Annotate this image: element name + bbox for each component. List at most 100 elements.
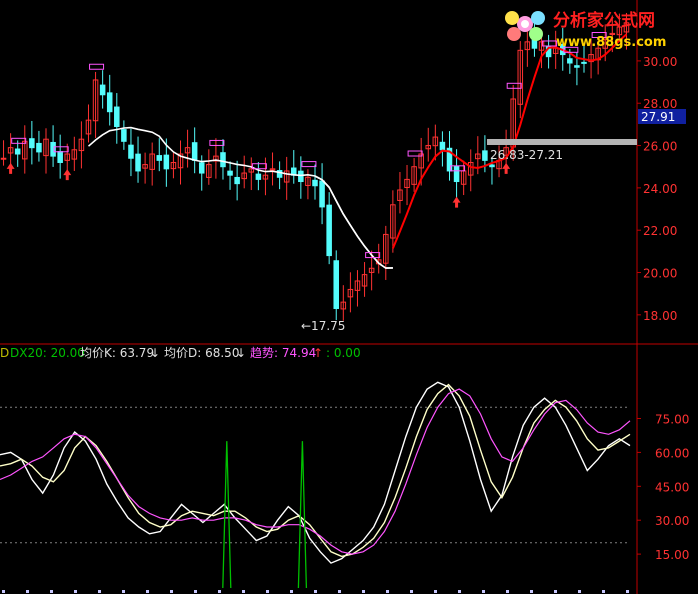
candle-body bbox=[50, 141, 56, 157]
indicator-tick-label: 30.00 bbox=[655, 514, 689, 528]
baseline-dot bbox=[314, 590, 317, 593]
signal-marker bbox=[301, 161, 317, 168]
candle-body bbox=[57, 151, 63, 163]
trend-label: 趋势: 74.94 bbox=[250, 346, 316, 360]
watermark-title: 分析家公式网 bbox=[553, 10, 655, 31]
candle-body bbox=[135, 153, 141, 172]
up-arrow-marker bbox=[63, 169, 72, 181]
candle-body bbox=[234, 176, 240, 185]
up-arrow-marker bbox=[502, 162, 511, 174]
baseline-dot bbox=[482, 590, 485, 593]
candle-body bbox=[163, 154, 170, 170]
candle-body bbox=[128, 144, 134, 159]
price-tick-label: 18.00 bbox=[643, 309, 677, 323]
candle-body bbox=[198, 162, 205, 174]
candle-body bbox=[114, 106, 120, 128]
price-tick-label: 24.00 bbox=[643, 182, 677, 196]
low-marker-label: ←17.75 bbox=[301, 319, 345, 333]
candle-body bbox=[567, 58, 573, 64]
price-axis: 18.0020.0022.0024.0026.0028.0030.00 bbox=[637, 55, 677, 323]
baseline-dot bbox=[2, 590, 5, 593]
candle-body bbox=[227, 170, 233, 176]
indicator-header-d: D bbox=[0, 346, 9, 360]
candle-body bbox=[453, 165, 460, 183]
series-line-k bbox=[0, 381, 631, 564]
signal-marker bbox=[209, 139, 225, 146]
candle-body bbox=[439, 141, 446, 151]
baseline-dot bbox=[434, 590, 437, 593]
candle-body bbox=[99, 84, 106, 96]
candle-body bbox=[14, 148, 21, 155]
baseline-dot bbox=[50, 590, 53, 593]
signal-marker bbox=[53, 146, 69, 153]
baseline-dot bbox=[458, 590, 461, 593]
price-tick-label: 30.00 bbox=[643, 55, 677, 69]
baseline-dot bbox=[530, 590, 533, 593]
candle-body bbox=[326, 204, 332, 257]
d-label: 均价D: 68.50 bbox=[164, 346, 239, 360]
baseline-dot bbox=[242, 590, 245, 593]
candle-body bbox=[298, 170, 304, 183]
stock-chart[interactable]: 18.0020.0022.0024.0026.0028.0030.00 15.0… bbox=[0, 0, 698, 594]
up-arrow-marker bbox=[452, 196, 461, 208]
k-label: 均价K: 63.79 bbox=[80, 346, 154, 360]
candle-body bbox=[574, 65, 580, 68]
candle-body bbox=[156, 155, 163, 161]
baseline-dot bbox=[362, 590, 365, 593]
indicator-tick-label: 45.00 bbox=[655, 480, 689, 494]
baseline-dot bbox=[602, 590, 605, 593]
baseline-dot bbox=[194, 590, 197, 593]
candle-body bbox=[106, 92, 113, 113]
indicator-tick-label: 75.00 bbox=[655, 413, 689, 427]
candle-body bbox=[121, 129, 127, 142]
candle-body bbox=[191, 142, 198, 161]
up-arrow-marker bbox=[6, 162, 15, 174]
current-price-label: 27.91 bbox=[641, 110, 675, 124]
baseline-dot bbox=[98, 590, 101, 593]
price-tick-label: 26.00 bbox=[643, 140, 677, 154]
baseline-dot bbox=[554, 590, 557, 593]
baseline-dot bbox=[146, 590, 149, 593]
baseline-dot bbox=[626, 590, 629, 593]
spike-mark bbox=[222, 441, 232, 589]
candle-body bbox=[482, 150, 488, 161]
indicator-tick-label: 15.00 bbox=[655, 548, 689, 562]
range-band bbox=[487, 139, 637, 145]
zero-label: : 0.00 bbox=[326, 346, 361, 360]
spike-mark bbox=[297, 441, 308, 589]
d-arrow: ↓ bbox=[236, 346, 246, 360]
candle-body bbox=[220, 152, 226, 168]
baseline-dot bbox=[170, 590, 173, 593]
candle-body bbox=[333, 260, 340, 309]
candle-body bbox=[489, 164, 495, 168]
ma-line-white bbox=[87, 126, 393, 269]
baseline-dot bbox=[386, 590, 389, 593]
price-panel[interactable] bbox=[0, 12, 630, 321]
indicator-tick-label: 60.00 bbox=[655, 446, 689, 460]
candle-body bbox=[0, 157, 7, 160]
baseline-dot bbox=[218, 590, 221, 593]
candle-body bbox=[29, 138, 35, 149]
dx-label: DX20: 20.00 bbox=[10, 346, 85, 360]
signal-marker bbox=[542, 40, 558, 47]
signal-marker bbox=[506, 82, 522, 89]
k-arrow: ↓ bbox=[150, 346, 160, 360]
indicator-axis: 15.00 30.00 45.00 60.00 75.00 bbox=[637, 413, 689, 562]
signal-marker bbox=[11, 137, 27, 144]
range-label: 26.83-27.21 bbox=[490, 148, 563, 162]
candle-body bbox=[581, 61, 587, 64]
candle-body bbox=[312, 179, 318, 187]
candle-body bbox=[319, 180, 325, 208]
watermark-url: www.88gs.com bbox=[556, 35, 666, 50]
signal-marker bbox=[89, 63, 105, 70]
baseline-dot bbox=[578, 590, 581, 593]
baseline-dot bbox=[506, 590, 509, 593]
baseline-dot bbox=[410, 590, 413, 593]
candle-body bbox=[36, 142, 42, 153]
candle-body bbox=[255, 173, 262, 180]
baseline-dot bbox=[26, 590, 29, 593]
indicator-panel[interactable] bbox=[0, 381, 631, 593]
price-tick-label: 20.00 bbox=[643, 267, 677, 281]
baseline-dot bbox=[122, 590, 125, 593]
price-tick-label: 22.00 bbox=[643, 224, 677, 238]
